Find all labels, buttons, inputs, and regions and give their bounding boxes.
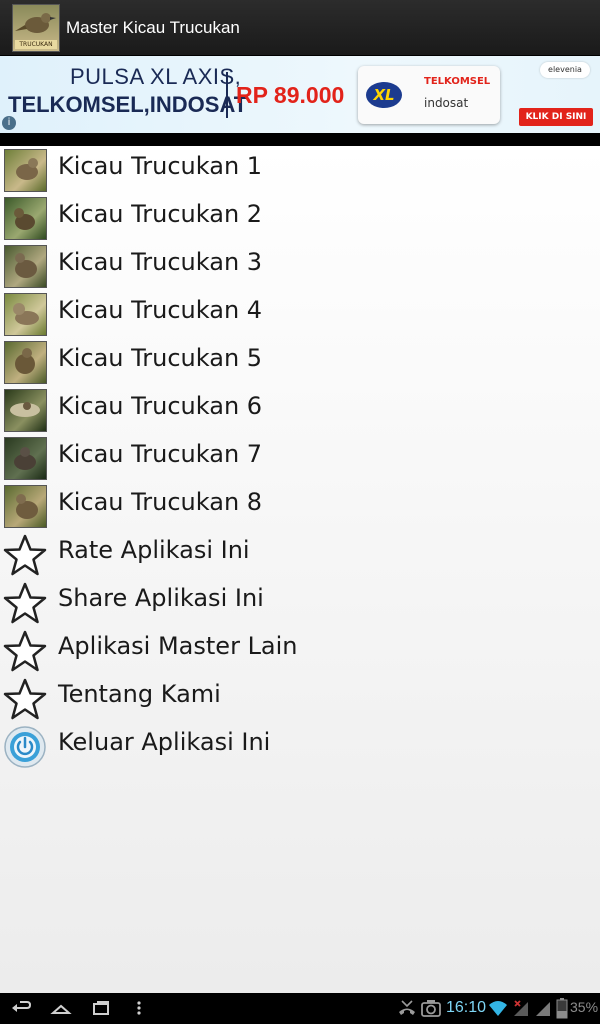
- list-item[interactable]: Kicau Trucukan 1: [0, 146, 600, 194]
- list-item[interactable]: Kicau Trucukan 3: [0, 242, 600, 290]
- menu-list: Kicau Trucukan 1 Kicau Trucukan 2 Kicau …: [0, 146, 600, 993]
- battery-icon: [556, 998, 568, 1019]
- list-item-label: Kicau Trucukan 2: [58, 200, 263, 228]
- share-app-item[interactable]: Share Aplikasi Ini: [0, 578, 600, 626]
- star-icon: [3, 678, 47, 720]
- bird-thumbnail-icon: [4, 197, 47, 240]
- other-apps-item[interactable]: Aplikasi Master Lain: [0, 626, 600, 674]
- list-item-label: Tentang Kami: [58, 680, 221, 708]
- ad-headline-2: TELKOMSEL,INDOSAT: [8, 92, 248, 117]
- rate-app-item[interactable]: Rate Aplikasi Ini: [0, 530, 600, 578]
- separator-strip: [0, 133, 600, 146]
- battery-percent: 35%: [570, 999, 599, 1015]
- list-item-label: Kicau Trucukan 8: [58, 488, 263, 516]
- list-item[interactable]: Kicau Trucukan 6: [0, 386, 600, 434]
- list-item[interactable]: Kicau Trucukan 7: [0, 434, 600, 482]
- power-icon: [4, 726, 46, 768]
- list-item-label: Kicau Trucukan 3: [58, 248, 263, 276]
- bird-thumbnail-icon: [4, 245, 47, 288]
- ad-info-icon[interactable]: i: [2, 116, 16, 130]
- telkomsel-logo: TELKOMSEL: [424, 76, 491, 87]
- about-item[interactable]: Tentang Kami: [0, 674, 600, 722]
- bird-thumbnail-icon: [4, 485, 47, 528]
- camera-icon: [421, 1000, 441, 1017]
- ad-cta-button[interactable]: KLIK DI SINI: [519, 108, 593, 126]
- ad-banner[interactable]: PULSA XL AXIS, TELKOMSEL,INDOSAT RP 89.0…: [0, 56, 600, 133]
- list-item-label: Keluar Aplikasi Ini: [58, 728, 271, 756]
- wifi-icon: [489, 1001, 507, 1016]
- list-item-label: Kicau Trucukan 6: [58, 392, 263, 420]
- list-item-label: Aplikasi Master Lain: [58, 632, 298, 660]
- bird-thumbnail-icon: [4, 293, 47, 336]
- action-bar: TRUCUKAN Master Kicau Trucukan: [0, 0, 600, 56]
- app-icon[interactable]: TRUCUKAN: [12, 4, 60, 52]
- star-icon: [3, 534, 47, 576]
- menu-dots-icon[interactable]: [134, 997, 144, 1019]
- list-item[interactable]: Kicau Trucukan 4: [0, 290, 600, 338]
- bird-icon: [15, 13, 56, 33]
- list-item-label: Rate Aplikasi Ini: [58, 536, 250, 564]
- signal-icon: [536, 1002, 550, 1016]
- ad-operator-card: XL TELKOMSEL indosat: [358, 66, 500, 124]
- ad-headline-1: PULSA XL AXIS,: [70, 64, 242, 89]
- ad-divider: [226, 72, 228, 118]
- bird-thumbnail-icon: [4, 341, 47, 384]
- home-icon[interactable]: [50, 997, 72, 1019]
- list-item[interactable]: Kicau Trucukan 5: [0, 338, 600, 386]
- list-item-label: Kicau Trucukan 5: [58, 344, 263, 372]
- elevenia-logo: elevenia: [540, 62, 590, 78]
- recent-apps-icon[interactable]: [90, 997, 112, 1019]
- bird-thumbnail-icon: [4, 389, 47, 432]
- list-item-label: Kicau Trucukan 7: [58, 440, 263, 468]
- signal-off-icon: [514, 1000, 528, 1016]
- bird-thumbnail-icon: [4, 437, 47, 480]
- xl-logo: XL: [366, 82, 402, 108]
- system-nav-bar: 16:10 35%: [0, 993, 600, 1024]
- app-title: Master Kicau Trucukan: [66, 18, 240, 37]
- list-item[interactable]: Kicau Trucukan 8: [0, 482, 600, 530]
- list-item-label: Kicau Trucukan 4: [58, 296, 263, 324]
- star-icon: [3, 582, 47, 624]
- app-icon-label: TRUCUKAN: [15, 40, 57, 49]
- list-item-label: Kicau Trucukan 1: [58, 152, 263, 180]
- exit-app-item[interactable]: Keluar Aplikasi Ini: [0, 722, 600, 770]
- star-icon: [3, 630, 47, 672]
- indosat-logo: indosat: [424, 96, 469, 110]
- list-item[interactable]: Kicau Trucukan 2: [0, 194, 600, 242]
- list-item-label: Share Aplikasi Ini: [58, 584, 264, 612]
- status-clock: 16:10: [446, 999, 487, 1016]
- back-icon[interactable]: [10, 997, 32, 1019]
- bird-thumbnail-icon: [4, 149, 47, 192]
- ad-price: RP 89.000: [236, 82, 345, 108]
- missed-call-icon: [399, 1000, 415, 1015]
